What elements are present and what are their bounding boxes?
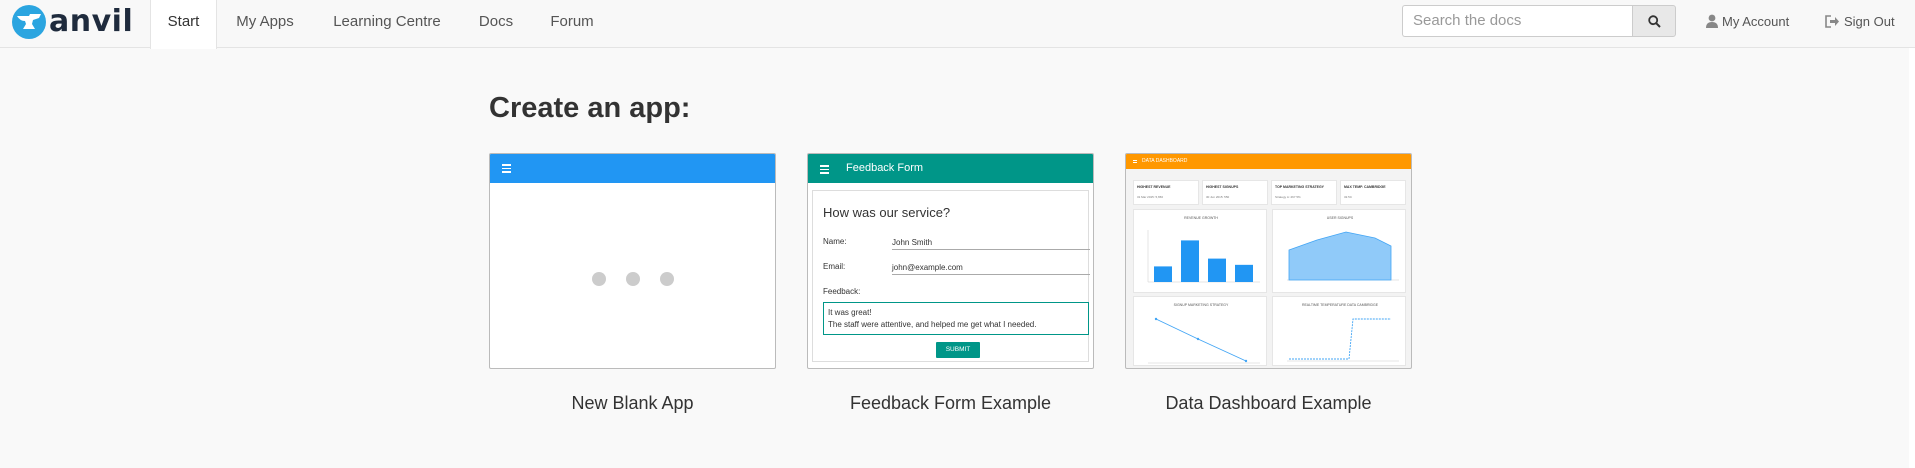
revenue-bar-chart: [1147, 230, 1260, 283]
template-label-feedback-form[interactable]: Feedback Form Example: [807, 393, 1094, 414]
page-title: Create an app:: [489, 92, 691, 124]
user-icon: [1706, 14, 1718, 28]
marketing-strategy-panel: SIGNUP MARKETING STRATEGY: [1133, 296, 1267, 366]
search-icon: [1647, 14, 1661, 28]
dashboard-stat-card: HIGHEST SIGNUPS 30 Jun 2015: 550: [1202, 180, 1268, 205]
hamburger-icon: [820, 165, 829, 176]
name-label: Name:: [823, 237, 847, 246]
anvil-logo-text: anvil: [49, 4, 134, 39]
loading-dots-icon: [592, 272, 694, 286]
email-label: Email:: [823, 262, 846, 271]
temperature-step-chart: [1287, 318, 1399, 362]
template-card-feedback-form[interactable]: Feedback Form How was our service? Name:…: [807, 153, 1094, 369]
feedback-line-2: The staff were attentive, and helped me …: [828, 320, 1037, 329]
docs-search-input[interactable]: Search the docs: [1402, 5, 1632, 37]
tab-learning-centre[interactable]: Learning Centre: [320, 0, 454, 48]
temperature-panel: REALTIME TEMPERATURE DATA CAMBRIDGE: [1272, 296, 1406, 366]
sign-out-link[interactable]: Sign Out: [1825, 0, 1895, 42]
feedback-label: Feedback:: [823, 287, 861, 296]
marketing-line-chart: [1148, 317, 1260, 364]
template-label-data-dashboard[interactable]: Data Dashboard Example: [1125, 393, 1412, 414]
signups-area-chart: [1287, 231, 1399, 281]
hamburger-icon: [502, 164, 511, 175]
feedback-question: How was our service?: [823, 205, 951, 220]
sign-out-label: Sign Out: [1844, 13, 1895, 29]
anvil-logo-icon: [12, 5, 46, 39]
dashboard-stat-card: TOP MARKETING STRATEGY Strategy A: 267 5%: [1271, 180, 1337, 205]
feedback-line-1: It was great!: [828, 308, 872, 317]
top-navbar: anvil Start My Apps Learning Centre Docs…: [0, 0, 1915, 49]
my-account-link[interactable]: My Account: [1706, 0, 1789, 42]
revenue-bar: [1235, 264, 1253, 282]
revenue-bar: [1181, 240, 1199, 282]
template-card-data-dashboard[interactable]: DATA DASHBOARD HIGHEST REVENUE 31 Mar 201…: [1125, 153, 1412, 369]
revenue-bar: [1154, 266, 1172, 282]
feedback-preview-form: How was our service? Name: John Smith Em…: [812, 190, 1090, 362]
blank-app-preview-header: [490, 154, 775, 183]
submit-button-preview: SUBMIT: [936, 342, 980, 358]
tab-my-apps[interactable]: My Apps: [220, 0, 310, 48]
tab-forum[interactable]: Forum: [535, 0, 609, 48]
tab-start[interactable]: Start: [150, 0, 217, 49]
dashboard-preview-title: DATA DASHBOARD: [1142, 158, 1188, 164]
page-scrollbar[interactable]: [1909, 48, 1915, 468]
name-value: John Smith: [892, 238, 1090, 250]
revenue-bar: [1208, 258, 1226, 282]
search-button[interactable]: [1632, 5, 1676, 37]
my-account-label: My Account: [1722, 13, 1790, 29]
anvil-logo[interactable]: anvil: [12, 4, 133, 40]
sign-out-icon: [1825, 14, 1839, 28]
revenue-growth-panel: REVENUE GROWTH: [1133, 209, 1267, 293]
feedback-preview-header: Feedback Form: [808, 154, 1093, 183]
email-value: john@example.com: [892, 263, 1090, 275]
hamburger-icon: [1133, 160, 1137, 163]
tab-docs[interactable]: Docs: [468, 0, 524, 48]
user-signups-panel: USER SIGNUPS: [1272, 209, 1406, 293]
dashboard-stat-card: MAX TEMP. CAMBRIDGE 32.5C: [1340, 180, 1406, 205]
template-card-blank-app[interactable]: [489, 153, 776, 369]
template-label-blank-app[interactable]: New Blank App: [489, 393, 776, 414]
feedback-preview-title: Feedback Form: [846, 162, 924, 174]
feedback-textarea: It was great! The staff were attentive, …: [823, 302, 1089, 335]
dashboard-stat-card: HIGHEST REVENUE 31 Mar 2015: 5,650: [1133, 180, 1199, 205]
dashboard-preview-header: DATA DASHBOARD: [1126, 154, 1411, 169]
